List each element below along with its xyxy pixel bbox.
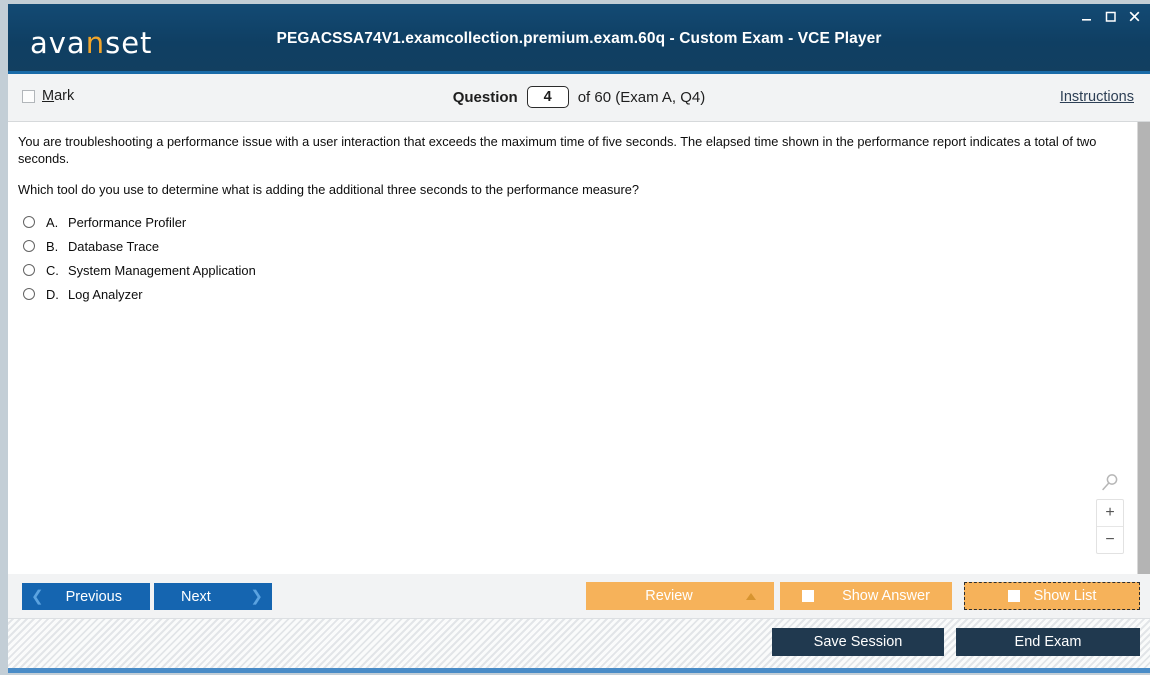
- question-total-label: of 60 (Exam A, Q4): [577, 88, 706, 106]
- question-paragraph-1: You are troubleshooting a performance is…: [18, 134, 1097, 166]
- action-bar: ❮ Previous ❯ Next Review Show Answer Sho…: [8, 574, 1150, 618]
- end-exam-button[interactable]: End Exam: [956, 628, 1140, 656]
- question-content-pane: You are troubleshooting a performance is…: [8, 122, 1150, 574]
- show-list-label: Show List: [1033, 588, 1097, 604]
- zoom-widget: + −: [1096, 470, 1124, 554]
- vertical-scrollbar[interactable]: [1137, 122, 1150, 574]
- minimize-icon[interactable]: [1079, 9, 1094, 24]
- option-letter: B.: [46, 238, 59, 254]
- review-button[interactable]: Review: [586, 582, 774, 610]
- question-counter: Question 4 of 60 (Exam A, Q4): [8, 86, 1150, 108]
- footer-accent-bar: [8, 668, 1150, 673]
- radio-button[interactable]: [23, 288, 35, 300]
- magnifier-icon[interactable]: [1096, 470, 1124, 496]
- window-controls: [1079, 9, 1142, 24]
- answer-options-list: A. Performance Profiler B. Database Trac…: [23, 210, 723, 306]
- question-header-bar: Mark Question 4 of 60 (Exam A, Q4) Instr…: [8, 74, 1150, 122]
- radio-button[interactable]: [23, 240, 35, 252]
- question-paragraph-2: Which tool do you use to determine what …: [18, 182, 640, 197]
- window-title: PEGACSSA74V1.examcollection.premium.exam…: [276, 30, 882, 47]
- show-answer-button[interactable]: Show Answer: [780, 582, 952, 610]
- instructions-link[interactable]: Instructions: [1060, 89, 1134, 105]
- option-text: Performance Profiler: [68, 214, 187, 230]
- show-answer-label: Show Answer: [842, 588, 930, 604]
- zoom-in-button[interactable]: +: [1097, 500, 1123, 527]
- maximize-icon[interactable]: [1103, 9, 1118, 24]
- close-icon[interactable]: [1127, 9, 1142, 24]
- vce-player-window: avanset PEGACSSA74V1.examcollection.prem…: [0, 0, 1150, 675]
- question-label: Question: [452, 88, 518, 106]
- triangle-up-icon: [746, 592, 756, 600]
- chevron-left-icon: ❮: [31, 588, 44, 605]
- radio-button[interactable]: [23, 264, 35, 276]
- show-list-button[interactable]: Show List: [964, 582, 1140, 610]
- previous-button[interactable]: ❮ Previous: [22, 583, 150, 610]
- previous-button-label: Previous: [65, 588, 122, 605]
- next-button-label: Next: [181, 588, 211, 605]
- radio-button[interactable]: [23, 216, 35, 228]
- question-number-input[interactable]: 4: [526, 86, 569, 108]
- option-text: Database Trace: [68, 238, 160, 254]
- answer-option-c[interactable]: C. System Management Application: [23, 258, 723, 282]
- show-list-checkbox[interactable]: [1007, 590, 1020, 602]
- show-answer-checkbox[interactable]: [802, 590, 815, 602]
- next-button[interactable]: ❯ Next: [154, 583, 272, 610]
- option-letter: A.: [46, 214, 59, 230]
- option-letter: C.: [46, 262, 59, 278]
- option-text: Log Analyzer: [68, 286, 143, 302]
- zoom-out-button[interactable]: −: [1097, 527, 1123, 553]
- chevron-right-icon: ❯: [250, 588, 263, 605]
- zoom-stepper: + −: [1096, 499, 1124, 554]
- title-bar: avanset PEGACSSA74V1.examcollection.prem…: [8, 4, 1150, 74]
- answer-option-b[interactable]: B. Database Trace: [23, 234, 723, 258]
- save-session-button[interactable]: Save Session: [772, 628, 944, 656]
- review-button-label: Review: [645, 588, 693, 604]
- answer-option-a[interactable]: A. Performance Profiler: [23, 210, 723, 234]
- option-text: System Management Application: [68, 262, 256, 278]
- footer-bar: Save Session End Exam: [8, 618, 1150, 671]
- option-letter: D.: [46, 286, 59, 302]
- answer-option-d[interactable]: D. Log Analyzer: [23, 282, 723, 306]
